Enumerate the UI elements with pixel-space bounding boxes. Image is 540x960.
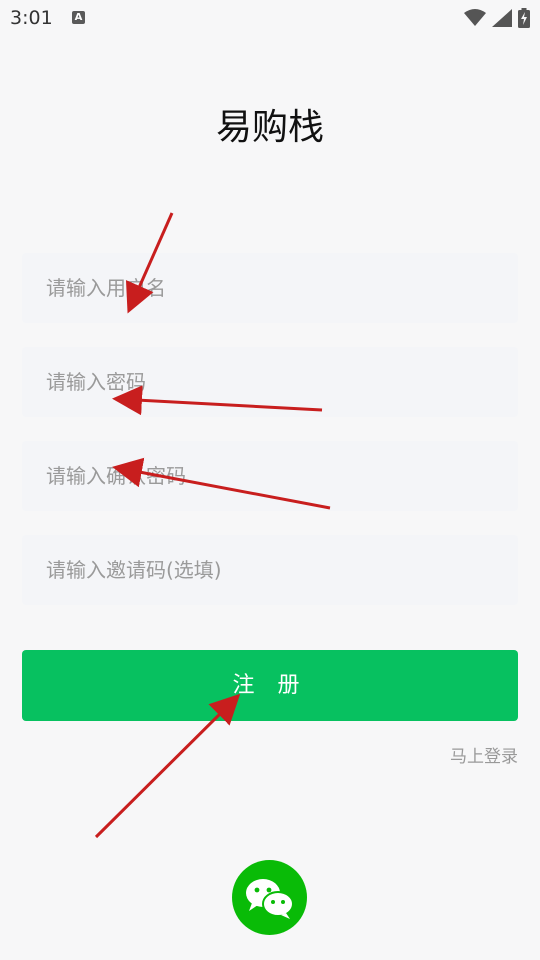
username-field-container <box>22 253 518 323</box>
wechat-icon <box>245 878 294 919</box>
app-title: 易购栈 <box>215 107 324 148</box>
confirm-password-field-container <box>22 441 518 511</box>
invite-code-input[interactable] <box>22 535 518 605</box>
username-input[interactable] <box>22 253 518 323</box>
login-link[interactable]: 马上登录 <box>450 742 518 767</box>
status-bar: 3:01 A <box>0 0 540 38</box>
password-field-container <box>22 347 518 417</box>
wechat-login-button[interactable] <box>232 860 307 935</box>
status-time: 3:01 <box>10 7 53 29</box>
notification-icon: A <box>72 11 85 24</box>
battery-icon <box>518 8 530 28</box>
register-button[interactable]: 注 册 <box>22 650 518 721</box>
status-icons <box>464 8 530 28</box>
signal-icon <box>492 9 512 27</box>
invite-code-field-container <box>22 535 518 605</box>
confirm-password-input[interactable] <box>22 441 518 511</box>
password-input[interactable] <box>22 347 518 417</box>
wifi-icon <box>464 9 486 26</box>
